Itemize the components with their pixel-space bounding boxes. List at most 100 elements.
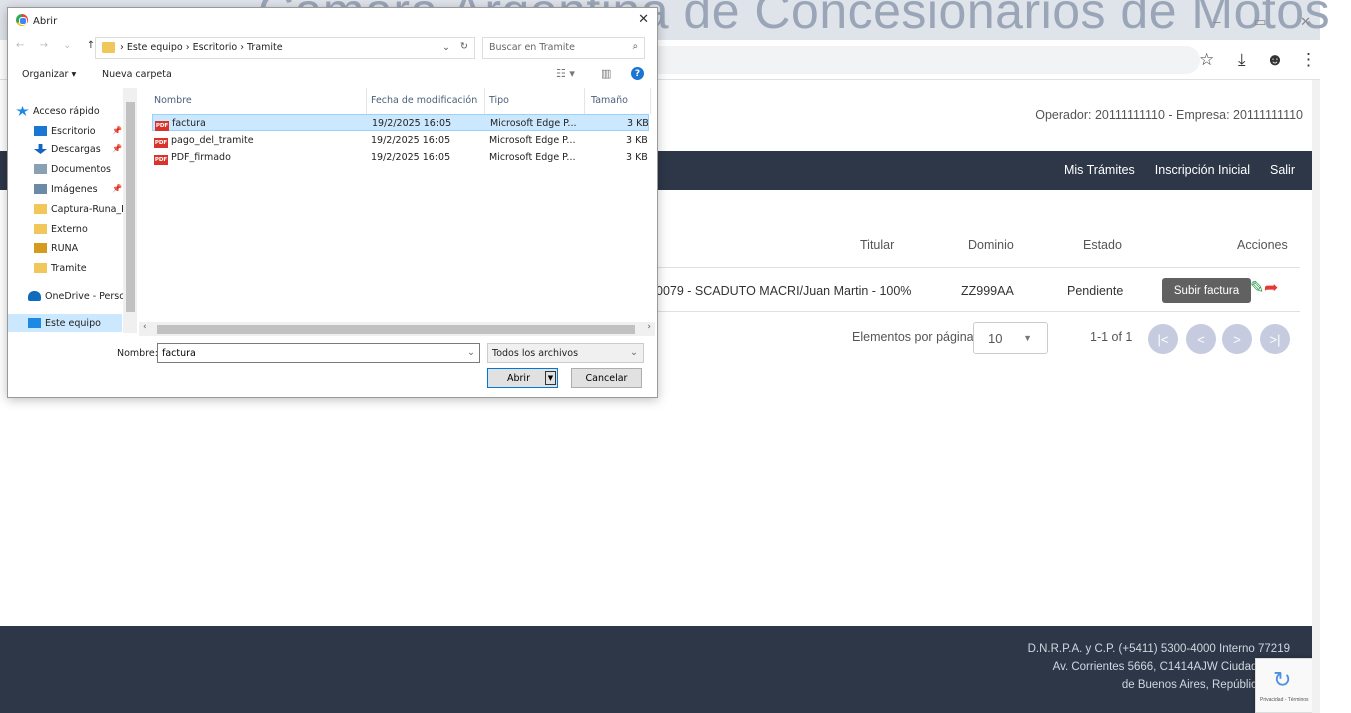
nav-item-label: Descargas bbox=[51, 143, 101, 155]
new-folder-button[interactable]: Nueva carpeta bbox=[102, 69, 172, 80]
preview-pane-icon[interactable]: ▥ bbox=[601, 67, 611, 80]
footer-line: de Buenos Aires, República Arge bbox=[1121, 679, 1290, 691]
download-icon[interactable]: ⤓ bbox=[1238, 50, 1246, 70]
first-page-button[interactable]: |< bbox=[1148, 324, 1178, 354]
file-row-pdf-firmado[interactable]: PDF PDF_firmado 19/2/2025 16:05 Microsoft… bbox=[152, 149, 649, 166]
nav-tramite[interactable]: Tramite bbox=[34, 259, 87, 277]
nav-documentos[interactable]: Documentos bbox=[34, 160, 111, 178]
col-header-fecha[interactable]: Fecha de modificación bbox=[371, 95, 477, 106]
refresh-icon[interactable]: ↻ bbox=[460, 41, 468, 52]
file-date: 19/2/2025 16:05 bbox=[371, 135, 451, 146]
scroll-right-icon[interactable]: › bbox=[647, 322, 651, 332]
recaptcha-badge[interactable]: ↻ Privacidad - Términos bbox=[1255, 658, 1313, 713]
chevron-down-icon[interactable]: ⌄ bbox=[467, 347, 475, 358]
recaptcha-icon: ↻ bbox=[1273, 667, 1292, 692]
upload-invoice-icon[interactable]: ✎ bbox=[1250, 278, 1264, 298]
file-name: PDF pago_del_tramite bbox=[154, 135, 254, 148]
file-pane-hscrollbar[interactable]: ‹ › bbox=[139, 322, 655, 336]
filename-input[interactable]: factura ⌄ bbox=[157, 343, 480, 363]
pin-icon: 📌 bbox=[112, 126, 122, 135]
dialog-navigation-pane: Acceso rápido Escritorio 📌 Descargas 📌 D… bbox=[8, 88, 137, 336]
prev-page-button[interactable]: < bbox=[1186, 324, 1216, 354]
file-name: PDF factura bbox=[155, 118, 206, 131]
path-breadcrumb[interactable]: › Este equipo › Escritorio › Tramite ⌄ ↻ bbox=[95, 37, 475, 59]
view-options-icon[interactable]: ☷ ▾ bbox=[556, 67, 575, 80]
file-type: Microsoft Edge P... bbox=[489, 152, 576, 163]
nav-item-label: OneDrive - Persor bbox=[45, 290, 129, 302]
star-icon bbox=[16, 106, 29, 116]
minimize-button[interactable]: – bbox=[1213, 14, 1220, 29]
col-estado: Estado bbox=[1083, 238, 1122, 252]
nav-pane-scrollbar[interactable] bbox=[123, 88, 137, 333]
col-titular: Titular bbox=[860, 238, 895, 252]
back-arrow-icon[interactable]: ← bbox=[16, 40, 24, 51]
folder-icon bbox=[34, 224, 47, 234]
scroll-thumb[interactable] bbox=[126, 102, 135, 312]
recent-chevron-icon[interactable]: ⌄ bbox=[63, 40, 71, 51]
file-list-pane: Nombre Fecha de modificación Tipo Tamaño… bbox=[139, 88, 655, 328]
page-scrollbar[interactable] bbox=[1312, 80, 1320, 713]
search-placeholder: Buscar en Tramite bbox=[489, 42, 575, 53]
open-options-dropdown[interactable]: ▼ bbox=[545, 371, 556, 385]
up-arrow-icon[interactable]: ↑ bbox=[87, 40, 95, 51]
col-header-tamano[interactable]: Tamaño bbox=[591, 95, 628, 106]
window-controls: – ▭ ✕ bbox=[1183, 14, 1311, 30]
open-button[interactable]: Abrir ▼ bbox=[487, 368, 558, 388]
search-input[interactable]: Buscar en Tramite ⌕ bbox=[482, 37, 645, 59]
profile-icon[interactable]: ☻ bbox=[1266, 50, 1284, 70]
cell-estado: Pendiente bbox=[1067, 284, 1124, 298]
file-size: 3 KB bbox=[626, 152, 648, 163]
nav-salir[interactable]: Salir bbox=[1270, 163, 1295, 177]
items-per-page-select[interactable]: 10 ▼ bbox=[973, 322, 1048, 354]
nav-captura-runa[interactable]: Captura-Runa_Ir bbox=[34, 200, 128, 218]
nav-descargas[interactable]: Descargas bbox=[34, 140, 101, 158]
filename-value: factura bbox=[162, 348, 196, 359]
help-icon[interactable]: ? bbox=[631, 67, 644, 80]
col-header-nombre[interactable]: Nombre bbox=[154, 95, 192, 106]
folder-icon bbox=[34, 204, 47, 214]
nav-imagenes[interactable]: Imágenes bbox=[34, 180, 98, 198]
row-divider bbox=[640, 267, 1300, 268]
nav-item-label: Tramite bbox=[51, 262, 87, 274]
nav-externo[interactable]: Externo bbox=[34, 220, 88, 238]
close-window-button[interactable]: ✕ bbox=[1300, 14, 1311, 29]
page-footer: D.N.R.P.A. y C.P. (+5411) 5300-4000 Inte… bbox=[0, 626, 1312, 713]
star-icon[interactable]: ☆ bbox=[1199, 50, 1214, 70]
dialog-close-button[interactable]: ✕ bbox=[638, 12, 649, 27]
chevron-down-icon: ▼ bbox=[1023, 333, 1032, 343]
nav-mis-tramites[interactable]: Mis Trámites bbox=[1064, 163, 1135, 177]
nav-escritorio[interactable]: Escritorio bbox=[34, 122, 96, 140]
scroll-left-icon[interactable]: ‹ bbox=[143, 322, 147, 332]
column-divider bbox=[650, 88, 651, 114]
nav-este-equipo[interactable]: Este equipo bbox=[28, 314, 101, 332]
folder-icon bbox=[34, 243, 47, 253]
open-button-label: Abrir bbox=[507, 373, 530, 384]
menu-icon[interactable]: ⋮ bbox=[1300, 50, 1317, 70]
breadcrumb-path: › Este equipo › Escritorio › Tramite bbox=[120, 42, 283, 53]
next-page-button[interactable]: > bbox=[1222, 324, 1252, 354]
recaptcha-links[interactable]: Privacidad - Términos bbox=[1260, 697, 1309, 703]
file-name: PDF PDF_firmado bbox=[154, 152, 231, 165]
address-bar[interactable] bbox=[640, 46, 1200, 74]
col-header-tipo[interactable]: Tipo bbox=[489, 95, 509, 106]
upload-pdf-icon[interactable]: ➦ bbox=[1264, 278, 1278, 298]
file-size: 3 KB bbox=[627, 118, 649, 129]
last-page-button[interactable]: >| bbox=[1260, 324, 1290, 354]
nav-runa[interactable]: RUNA bbox=[34, 239, 78, 257]
file-date: 19/2/2025 16:05 bbox=[371, 152, 451, 163]
chevron-down-icon[interactable]: ⌄ bbox=[442, 42, 450, 53]
pagination-range: 1-1 of 1 bbox=[1090, 330, 1133, 344]
file-type-select[interactable]: Todos los archivos ⌄ bbox=[487, 343, 644, 363]
nav-inscripcion-inicial[interactable]: Inscripción Inicial bbox=[1155, 163, 1250, 177]
maximize-button[interactable]: ▭ bbox=[1254, 14, 1266, 29]
scroll-thumb[interactable] bbox=[157, 325, 635, 334]
nav-quick-access[interactable]: Acceso rápido bbox=[16, 102, 100, 120]
cancel-button[interactable]: Cancelar bbox=[571, 368, 642, 388]
file-row-pago[interactable]: PDF pago_del_tramite 19/2/2025 16:05 Micr… bbox=[152, 132, 649, 149]
organize-button[interactable]: Organizar ▾ bbox=[22, 69, 76, 80]
file-row-factura[interactable]: PDF factura 19/2/2025 16:05 Microsoft Edg… bbox=[152, 114, 649, 131]
forward-arrow-icon[interactable]: → bbox=[40, 40, 48, 51]
nav-onedrive[interactable]: OneDrive - Persor bbox=[28, 287, 129, 305]
pin-icon: 📌 bbox=[112, 184, 122, 193]
operator-info: Operador: 20111111110 - Empresa: 2011111… bbox=[1035, 108, 1303, 122]
